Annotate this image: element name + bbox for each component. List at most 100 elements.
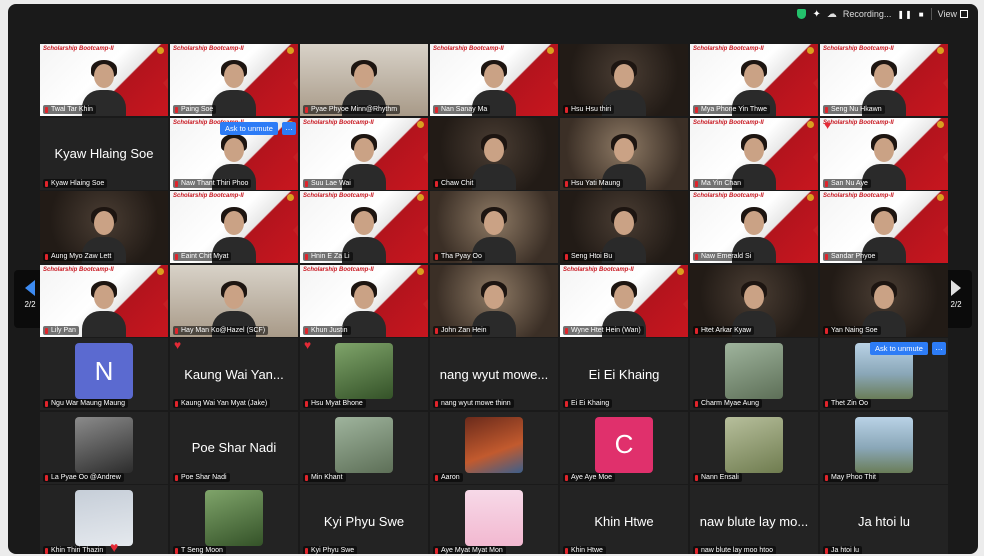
participant-tile-may-phoo-thit[interactable]: May Phoo Thit xyxy=(820,411,948,484)
heart-reaction-icon: ♥ xyxy=(304,338,312,352)
participant-tile-tha-pyay-oo[interactable]: Tha Pyay Oo xyxy=(430,191,558,263)
participant-tile-charm-myae-aung[interactable]: Charm Myae Aung xyxy=(690,338,818,410)
slide-logo-icon xyxy=(287,194,294,201)
participant-tile-seng-nu-hkawn[interactable]: Scholarship Bootcamp-II Seng Nu Hkawn xyxy=(820,44,948,116)
participant-tile-khin-thiri-thazin[interactable]: Khin Thiri Thazin ♥ xyxy=(40,485,168,554)
participant-name-label: Naw Emerald Si xyxy=(693,252,755,261)
participant-tile-ei-ei-khaing[interactable]: Ei Ei Khaing Ei Ei Khaing xyxy=(560,338,688,410)
slide-logo-icon xyxy=(157,47,164,54)
participant-name-label: Ma Yin Chan xyxy=(693,178,745,188)
profile-photo xyxy=(205,490,263,546)
participant-tile-htet-arkar-kyaw[interactable]: Htet Arkar Kyaw xyxy=(690,264,818,337)
participant-tile-wyne-htet-hein-wan[interactable]: Scholarship Bootcamp-II Wyne Htet Hein (W… xyxy=(560,264,688,337)
participant-video xyxy=(82,280,126,337)
participant-tile-twal-tar-khin[interactable]: Scholarship Bootcamp-II Twal Tar Khin xyxy=(40,44,168,116)
participant-tile-mya-phone-yin-thwe[interactable]: Scholarship Bootcamp-II Mya Phone Yin Thw… xyxy=(690,44,818,116)
video-figure-part xyxy=(224,137,244,162)
video-figure-part xyxy=(744,64,764,88)
participant-tile-aye-aye-moe[interactable]: C Aye Aye Moe xyxy=(560,411,688,484)
ask-to-unmute-button[interactable]: Ask to unmute xyxy=(220,121,278,135)
participant-tile-yan-naing-soe[interactable]: Yan Naing Soe xyxy=(820,264,948,337)
participant-tile-t-seng-moon[interactable]: T Seng Moon xyxy=(170,485,298,554)
slide-logo-icon xyxy=(937,194,944,201)
video-figure-part xyxy=(94,211,114,235)
heart-reaction-icon: ♥ xyxy=(824,117,832,132)
participant-name-label: May Phoo Thit xyxy=(823,472,880,482)
participant-tile-nang-wyut-mowe-thinn[interactable]: nang wyut mowe... nang wyut mowe thinn xyxy=(430,338,558,410)
participant-tile-khun-justin[interactable]: Scholarship Bootcamp-II Khun Justin xyxy=(300,264,428,337)
participant-tile-naw-emerald-si[interactable]: Scholarship Bootcamp-II Naw Emerald Si xyxy=(690,191,818,263)
participant-tile-thet-zin-oo[interactable]: Thet Zin Oo Ask to unmute… xyxy=(820,338,948,410)
participant-tile-nan-sanay-ma[interactable]: Scholarship Bootcamp-II Nan Sanay Ma xyxy=(430,44,558,116)
participant-name-label: Tha Pyay Oo xyxy=(433,252,485,261)
participant-tile-la-pyae-oo-andrew[interactable]: La Pyae Oo @Andrew xyxy=(40,411,168,484)
participant-tile-lily-pan[interactable]: Scholarship Bootcamp-II Lily Pan xyxy=(40,264,168,337)
participant-name-label: Naw Thant Thiri Phoo xyxy=(173,178,252,188)
participant-tile-san-nu-aye[interactable]: Scholarship Bootcamp-II San Nu Aye ♥ xyxy=(820,117,948,190)
participant-tile-sandar-phyoe[interactable]: Scholarship Bootcamp-II Sandar Phyoe xyxy=(820,191,948,263)
participant-tile-hsu-yati-maung[interactable]: Hsu Yati Maung xyxy=(560,117,688,190)
participant-tile-kyi-phyu-swe[interactable]: Kyi Phyu Swe Kyi Phyu Swe xyxy=(300,485,428,554)
participant-tile-chaw-chit[interactable]: Chaw Chit xyxy=(430,117,558,190)
pause-recording-icon[interactable]: ❚❚ xyxy=(897,10,912,19)
recording-status: Recording... xyxy=(842,9,892,19)
profile-photo xyxy=(75,416,133,473)
participant-tile-pyae-phyoe-minn-rhythm[interactable]: Pyae Phyoe Minn@Rhythm xyxy=(300,44,428,116)
participant-tile-nann-ensali[interactable]: Nann Ensali xyxy=(690,411,818,484)
video-figure-part xyxy=(874,211,894,235)
video-figure-part xyxy=(614,284,634,309)
video-figure-part xyxy=(354,137,374,162)
participant-tile-ma-yin-chan[interactable]: Scholarship Bootcamp-II Ma Yin Chan xyxy=(690,117,818,190)
participant-name-label: Ei Ei Khaing xyxy=(563,399,613,408)
more-options-icon[interactable]: … xyxy=(282,121,296,135)
participant-video xyxy=(472,133,516,190)
participant-tile-ja-htoi-lu[interactable]: Ja htoi lu Ja htoi lu xyxy=(820,485,948,554)
security-shield-icon[interactable] xyxy=(797,9,807,19)
participant-tile-seng-htoi-bu[interactable]: Seng Htoi Bu xyxy=(560,191,688,263)
more-options-icon[interactable]: … xyxy=(932,342,946,355)
participant-tile-kaung-wai-yan-myat-jake[interactable]: Kaung Wai Yan... Kaung Wai Yan Myat (Jake… xyxy=(170,338,298,410)
ask-to-unmute-button[interactable]: Ask to unmute xyxy=(870,342,928,355)
participant-tile-naw-thant-thiri-phoo[interactable]: Scholarship Bootcamp-II Naw Thant Thiri P… xyxy=(170,117,298,190)
profile-photo xyxy=(725,343,783,399)
participant-tile-john-zan-hein[interactable]: John Zan Hein xyxy=(430,264,558,337)
participant-tile-suu-lae-wai[interactable]: Scholarship Bootcamp-II Suu Lae Wai xyxy=(300,117,428,190)
video-figure-part xyxy=(484,137,504,162)
participant-tile-aung-myo-zaw-lett[interactable]: Aung Myo Zaw Lett xyxy=(40,191,168,263)
video-figure-part xyxy=(614,137,634,162)
participant-tile-eaint-chit-myat[interactable]: Scholarship Bootcamp-II Eaint Chit Myat xyxy=(170,191,298,263)
participant-tile-hay-man-ko-hazel-scf[interactable]: Hay Man Ko@Hazel (SCF) xyxy=(170,264,298,337)
participant-name-label: Htet Arkar Kyaw xyxy=(693,325,755,335)
slide-logo-icon xyxy=(417,194,424,201)
participant-display-name: nang wyut mowe... xyxy=(439,366,549,382)
slide-brand-text: Scholarship Bootcamp-II xyxy=(823,119,894,126)
participant-tile-hnin-e-za-li[interactable]: Scholarship Bootcamp-II Hnin E Za Li xyxy=(300,191,428,263)
participant-tile-ngu-war-maung-maung[interactable]: N Ngu War Maung Maung xyxy=(40,338,168,410)
stop-recording-icon[interactable]: ■ xyxy=(919,10,925,19)
participant-name-label: San Nu Aye xyxy=(823,178,871,188)
video-figure-part xyxy=(874,64,894,88)
participant-tile-paing-soe[interactable]: Scholarship Bootcamp-II Paing Soe xyxy=(170,44,298,116)
participant-name-label: Khun Justin xyxy=(303,325,351,335)
participant-tile-aaron[interactable]: Aaron xyxy=(430,411,558,484)
participant-name-label: Khin Thiri Thazin xyxy=(43,546,107,554)
slide-brand-text: Scholarship Bootcamp-II xyxy=(693,193,764,199)
participant-display-name: naw blute lay mo... xyxy=(699,513,809,529)
participant-tile-aye-myat-myat-mon[interactable]: Aye Myat Myat Mon xyxy=(430,485,558,554)
profile-photo xyxy=(465,416,523,473)
participant-name-label: Paing Soe xyxy=(173,105,217,114)
participant-name-label: Aung Myo Zaw Lett xyxy=(43,252,115,261)
ai-companion-icon[interactable]: ✦ xyxy=(812,9,820,20)
participant-name-label: Hay Man Ko@Hazel (SCF) xyxy=(173,325,269,335)
participant-tile-hsu-myat-bhone[interactable]: Hsu Myat Bhone ♥ xyxy=(300,338,428,410)
participant-tile-kyaw-hlaing-soe[interactable]: Kyaw Hlaing Soe Kyaw Hlaing Soe xyxy=(40,117,168,190)
video-figure-part xyxy=(744,137,764,162)
participant-tile-hsu-hsu-thiri[interactable]: Hsu Hsu thiri xyxy=(560,44,688,116)
participant-tile-min-khant[interactable]: Min Khant xyxy=(300,411,428,484)
participant-tile-poe-shar-nadi[interactable]: Poe Shar Nadi Poe Shar Nadi xyxy=(170,411,298,484)
view-button[interactable]: View xyxy=(938,9,968,19)
heart-reaction-icon: ♥ xyxy=(110,539,119,554)
participant-tile-khin-htwe[interactable]: Khin Htwe Khin Htwe xyxy=(560,485,688,554)
participant-tile-naw-blute-lay-moo-htoo[interactable]: naw blute lay mo... naw blute lay moo hto… xyxy=(690,485,818,554)
video-figure-part xyxy=(354,211,374,235)
